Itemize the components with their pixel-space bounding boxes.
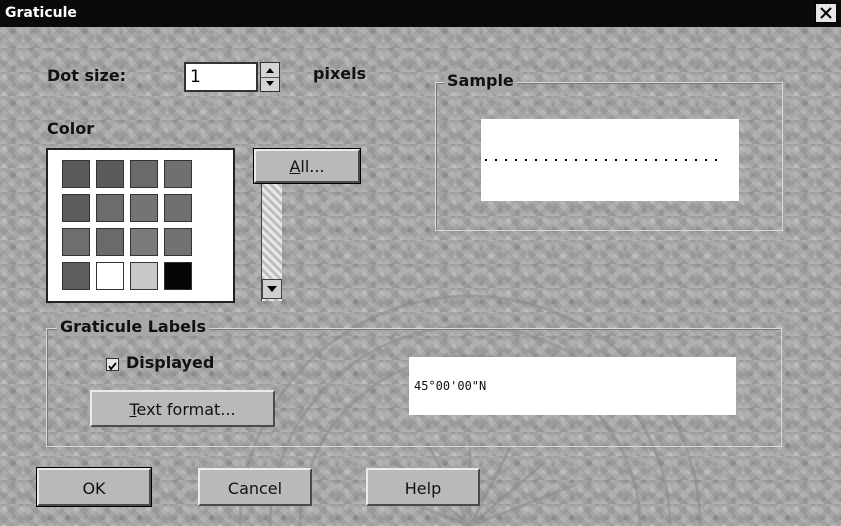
color-swatch[interactable] [130, 160, 158, 188]
color-swatch[interactable] [130, 228, 158, 256]
text-format-hotkey: T [129, 400, 137, 419]
color-palette [46, 148, 282, 303]
scroll-down-button[interactable] [262, 279, 282, 299]
arrow-down-icon [267, 286, 277, 292]
window-title: Graticule [5, 5, 77, 21]
all-label-rest: ll... [300, 157, 325, 176]
text-format-label-rest: ext format... [136, 400, 236, 419]
cancel-button[interactable]: Cancel [198, 468, 312, 506]
color-swatch[interactable] [96, 160, 124, 188]
color-swatch[interactable] [130, 194, 158, 222]
color-swatch[interactable] [96, 194, 124, 222]
color-swatch[interactable] [62, 228, 90, 256]
color-swatch[interactable] [96, 262, 124, 290]
color-swatch[interactable] [62, 194, 90, 222]
all-colors-button[interactable]: All... [253, 148, 361, 184]
color-swatch[interactable] [96, 228, 124, 256]
displayed-label[interactable]: Displayed [126, 353, 214, 372]
spin-up-button[interactable] [261, 63, 279, 78]
graticule-labels-title: Graticule Labels [57, 317, 210, 336]
color-swatch[interactable] [130, 262, 158, 290]
graticule-dialog: Graticule Dot size: 1 pixels Color All..… [0, 0, 841, 526]
text-format-button[interactable]: Text format... [90, 390, 275, 427]
arrow-down-icon [266, 81, 274, 86]
dot-size-input[interactable]: 1 [184, 62, 258, 92]
color-swatch[interactable] [62, 262, 90, 290]
close-button[interactable] [815, 3, 837, 23]
color-swatch[interactable] [164, 194, 192, 222]
color-swatch[interactable] [164, 160, 192, 188]
color-swatch[interactable] [164, 228, 192, 256]
ok-button[interactable]: OK [36, 467, 152, 507]
displayed-checkbox[interactable] [106, 358, 119, 371]
color-swatch[interactable] [62, 160, 90, 188]
title-bar: Graticule [0, 0, 841, 27]
help-button[interactable]: Help [366, 468, 480, 506]
close-icon [820, 7, 832, 19]
spin-down-button[interactable] [261, 77, 279, 91]
label-preview: 45°00'00"N [409, 357, 736, 415]
color-swatch[interactable] [164, 262, 192, 290]
sample-preview [481, 119, 739, 201]
arrow-up-icon [266, 68, 274, 73]
pixels-unit-label: pixels [313, 64, 367, 83]
all-hotkey: A [289, 157, 301, 176]
checkmark-icon [108, 362, 117, 371]
dot-size-spinner[interactable] [260, 62, 280, 92]
sample-title: Sample [444, 71, 517, 90]
dotted-line-sample [485, 159, 725, 161]
color-label: Color [47, 119, 95, 138]
dot-size-label: Dot size: [47, 66, 127, 85]
